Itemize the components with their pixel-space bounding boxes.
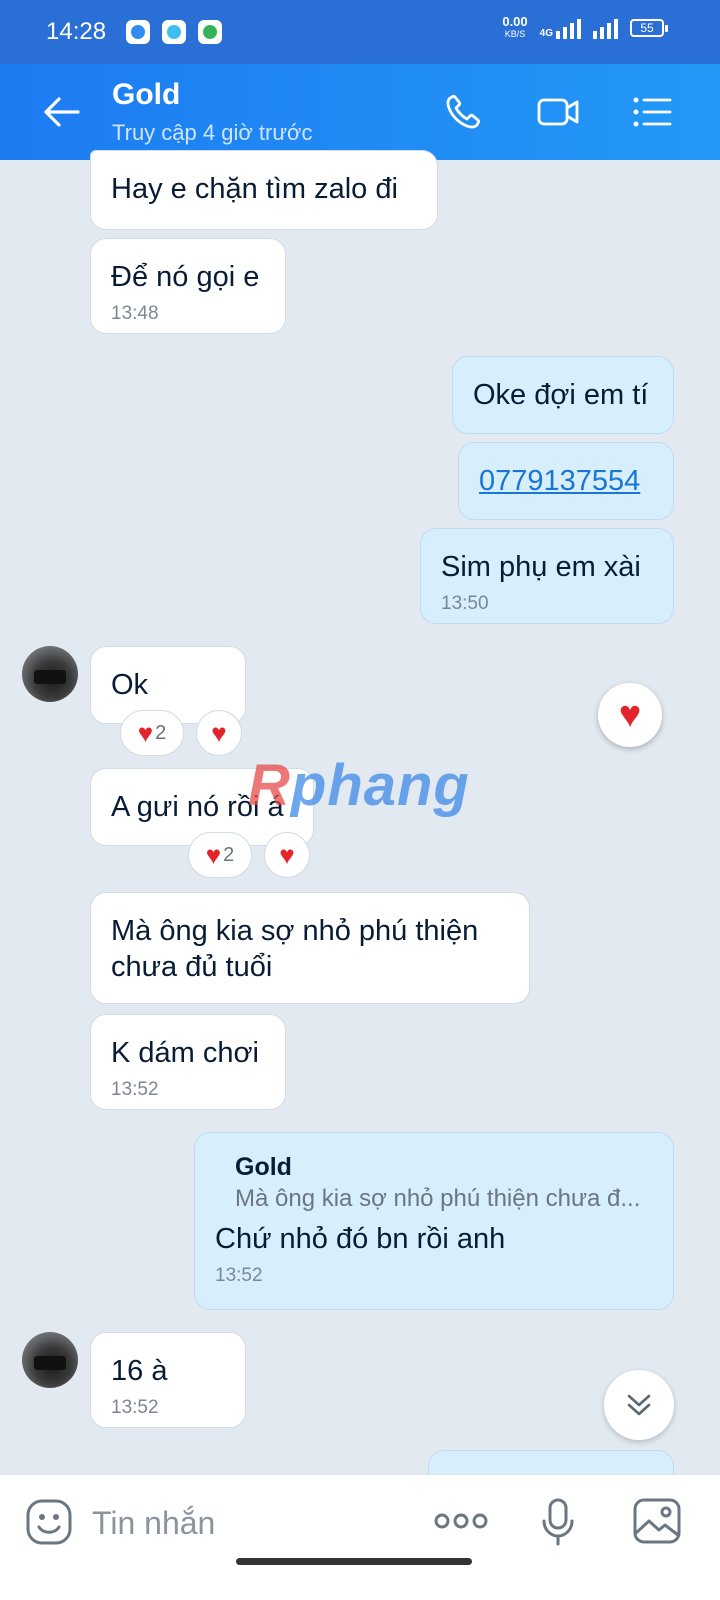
message-time: 13:52 bbox=[111, 1079, 159, 1100]
net-speed: 0.00 KB/S bbox=[502, 14, 528, 39]
battery-icon: 55 bbox=[630, 19, 668, 37]
react-button[interactable]: ♥ bbox=[264, 832, 310, 878]
avatar[interactable] bbox=[22, 646, 78, 702]
double-chevron-down-icon bbox=[627, 1394, 651, 1416]
video-call-icon[interactable] bbox=[536, 92, 580, 132]
message-time: 13:52 bbox=[215, 1265, 263, 1286]
status-bar: 14:28 0.00 KB/S 4G 55 bbox=[0, 0, 720, 64]
menu-list-icon[interactable] bbox=[630, 92, 674, 132]
message-bubble-received[interactable]: K dám chơi 13:52 bbox=[90, 1014, 286, 1110]
more-options-icon[interactable] bbox=[432, 1509, 490, 1533]
heart-icon: ♥ bbox=[137, 718, 154, 748]
signal-icon bbox=[593, 17, 618, 39]
signal-4g-icon: 4G bbox=[540, 17, 581, 39]
heart-icon: ♥ bbox=[279, 840, 295, 870]
message-bubble-sent-reply[interactable]: Gold Mà ông kia sợ nhỏ phú thiện chưa đ.… bbox=[194, 1132, 674, 1310]
message-time: 13:48 bbox=[111, 303, 159, 324]
phone-number-link[interactable]: 0779137554 bbox=[479, 463, 653, 499]
reaction-count[interactable]: ♥ 2 bbox=[120, 710, 184, 756]
react-button[interactable]: ♥ bbox=[196, 710, 242, 756]
quoted-sender: Gold bbox=[235, 1153, 292, 1181]
contact-name[interactable]: Gold bbox=[112, 78, 180, 112]
message-bubble-sent[interactable]: Sim phụ em xài 13:50 bbox=[420, 528, 674, 624]
quoted-text: Mà ông kia sợ nhỏ phú thiện chưa đ... bbox=[235, 1185, 641, 1212]
message-input[interactable]: Tin nhắn bbox=[92, 1505, 215, 1542]
status-time: 14:28 bbox=[46, 18, 107, 45]
notification-app-icon bbox=[126, 20, 150, 44]
emoji-icon[interactable] bbox=[24, 1497, 74, 1547]
message-input-bar: Tin nhắn bbox=[0, 1474, 720, 1600]
heart-icon: ♥ bbox=[205, 840, 222, 870]
message-bubble-received[interactable]: Hay e chặn tìm zalo đi bbox=[90, 150, 438, 230]
reaction-count[interactable]: ♥ 2 bbox=[188, 832, 252, 878]
home-indicator[interactable] bbox=[236, 1558, 472, 1565]
message-bubble-received[interactable]: 16 à 13:52 bbox=[90, 1332, 246, 1428]
message-bubble-sent-link[interactable]: 0779137554 bbox=[458, 442, 674, 520]
chat-header: Gold Truy cập 4 giờ trước bbox=[0, 64, 720, 160]
heart-icon: ♥ bbox=[618, 694, 642, 736]
message-bubble-received[interactable]: Để nó gọi e 13:48 bbox=[90, 238, 286, 334]
message-time: 13:52 bbox=[111, 1397, 159, 1418]
message-bubble-received[interactable]: Mà ông kia sợ nhỏ phú thiện chưa đủ tuổi bbox=[90, 892, 530, 1004]
quoted-message[interactable]: Gold Mà ông kia sợ nhỏ phú thiện chưa đ.… bbox=[215, 1151, 653, 1215]
status-right: 0.00 KB/S 4G 55 bbox=[502, 14, 668, 40]
zalo-notification-icon bbox=[162, 20, 186, 44]
phone-icon[interactable] bbox=[442, 92, 486, 132]
last-seen-status: Truy cập 4 giờ trước bbox=[112, 120, 313, 145]
message-bubble-sent[interactable]: Oke đợi em tí bbox=[452, 356, 674, 434]
heart-icon: ♥ bbox=[211, 718, 227, 748]
security-notification-icon bbox=[198, 20, 222, 44]
scroll-to-bottom-button[interactable] bbox=[604, 1370, 674, 1440]
notification-icons bbox=[126, 20, 222, 44]
image-icon[interactable] bbox=[632, 1497, 682, 1545]
quick-react-heart-button[interactable]: ♥ bbox=[598, 683, 662, 747]
message-time: 13:50 bbox=[441, 593, 489, 614]
watermark-logo: Rphang bbox=[248, 753, 470, 818]
avatar[interactable] bbox=[22, 1332, 78, 1388]
microphone-icon[interactable] bbox=[540, 1497, 576, 1547]
back-arrow-icon[interactable] bbox=[42, 94, 82, 130]
